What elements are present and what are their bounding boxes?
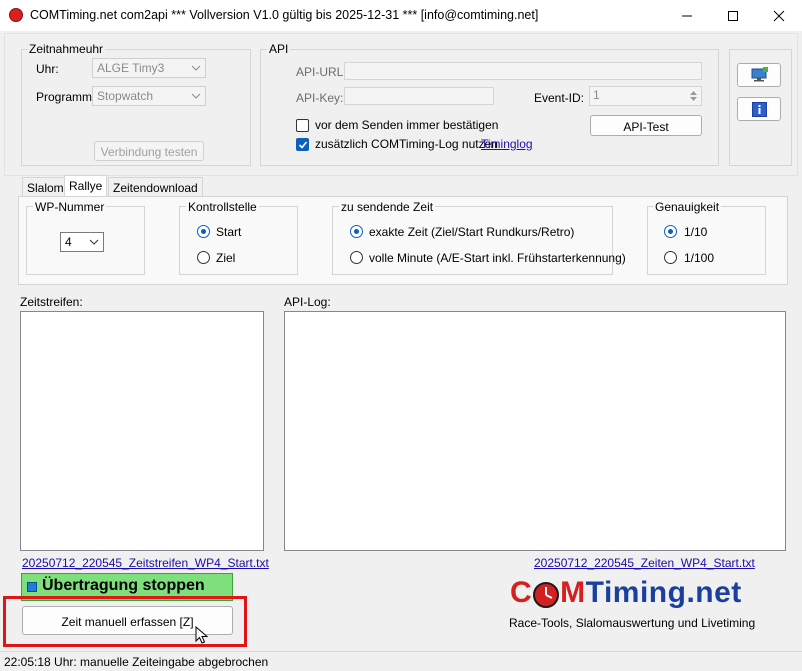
logo-timing-net: Timing.net bbox=[585, 576, 742, 609]
minimize-icon bbox=[682, 15, 692, 16]
uebertragung-stoppen-label: Übertragung stoppen bbox=[42, 577, 205, 594]
chevron-down-icon bbox=[89, 239, 99, 245]
radio-zehntel[interactable] bbox=[664, 225, 677, 238]
programm-value: Stopwatch bbox=[97, 89, 154, 103]
programm-select[interactable]: Stopwatch bbox=[92, 86, 206, 106]
uhr-select[interactable]: ALGE Timy3 bbox=[92, 58, 206, 78]
logo-tagline: Race-Tools, Slalomauswertung und Livetim… bbox=[509, 616, 756, 630]
radio-exakte-zeit-label: exakte Zeit (Ziel/Start Rundkurs/Retro) bbox=[369, 225, 575, 239]
tab-zeitendownload[interactable]: Zeitendownload bbox=[108, 177, 203, 197]
log-label: zusätzlich COMTiming-Log nutzen bbox=[315, 137, 498, 151]
status-text: 22:05:18 Uhr: manuelle Zeiteingabe abgeb… bbox=[4, 655, 269, 669]
radio-hundertstel-label: 1/100 bbox=[684, 251, 715, 265]
api-log-list[interactable] bbox=[284, 311, 786, 551]
api-log-file-link[interactable]: 20250712_220545_Zeiten_WP4_Start.txt bbox=[534, 556, 755, 570]
uhr-value: ALGE Timy3 bbox=[97, 61, 165, 75]
timinglog-link[interactable]: Timinglog bbox=[481, 137, 533, 151]
confirm-label: vor dem Senden immer bestätigen bbox=[315, 118, 499, 132]
radio-ziel[interactable] bbox=[197, 251, 210, 264]
comtiming-logo: COMTiming.net bbox=[510, 574, 790, 616]
radio-volle-minute[interactable] bbox=[350, 251, 363, 264]
minimize-button[interactable] bbox=[664, 0, 710, 31]
event-id-value: 1 bbox=[593, 88, 600, 102]
app-icon bbox=[9, 8, 23, 22]
kontrollstelle-legend: Kontrollstelle bbox=[186, 200, 259, 214]
monitor-button[interactable] bbox=[737, 63, 781, 87]
spin-arrows-icon[interactable] bbox=[689, 89, 698, 103]
chevron-down-icon bbox=[191, 93, 201, 99]
wp-legend: WP-Nummer bbox=[33, 200, 107, 214]
api-url-label: API-URL: bbox=[296, 65, 347, 79]
title-bar: COMTiming.net com2api *** Vollversion V1… bbox=[0, 0, 802, 31]
tab-slalom[interactable]: Slalom bbox=[22, 177, 69, 197]
uhr-label: Uhr: bbox=[36, 62, 59, 76]
kontrollstelle-group bbox=[179, 206, 298, 275]
programm-label: Programm: bbox=[36, 90, 96, 104]
checkmark-icon bbox=[298, 141, 308, 149]
info-icon bbox=[752, 102, 767, 117]
zeitstreifen-list[interactable] bbox=[20, 311, 264, 551]
close-button[interactable] bbox=[756, 0, 802, 31]
status-bar: 22:05:18 Uhr: manuelle Zeiteingabe abgeb… bbox=[0, 651, 802, 671]
zeitnahmeuhr-legend: Zeitnahmeuhr bbox=[27, 42, 106, 56]
zeitstreifen-file-link[interactable]: 20250712_220545_Zeitstreifen_WP4_Start.t… bbox=[22, 556, 269, 570]
logo-clock: O bbox=[532, 576, 560, 610]
wp-select[interactable]: 4 bbox=[60, 232, 104, 252]
monitor-icon bbox=[751, 67, 768, 82]
genauigkeit-legend: Genauigkeit bbox=[653, 200, 722, 214]
window-title: COMTiming.net com2api *** Vollversion V1… bbox=[30, 8, 539, 22]
info-button[interactable] bbox=[737, 97, 781, 121]
api-key-label: API-Key: bbox=[296, 91, 344, 105]
stop-square-icon bbox=[27, 582, 37, 592]
wp-value: 4 bbox=[65, 235, 72, 249]
radio-exakte-zeit[interactable] bbox=[350, 225, 363, 238]
event-id-label: Event-ID: bbox=[534, 91, 585, 105]
radio-start-label: Start bbox=[216, 225, 242, 239]
api-key-input[interactable] bbox=[344, 87, 494, 105]
logo-letter-c: C bbox=[510, 576, 533, 609]
verbindung-testen-button[interactable]: Verbindung testen bbox=[94, 141, 204, 161]
radio-zehntel-label: 1/10 bbox=[684, 225, 708, 239]
radio-volle-minute-label: volle Minute (A/E-Start inkl. Frühstarte… bbox=[369, 251, 626, 265]
zeit-legend: zu sendende Zeit bbox=[339, 200, 436, 214]
close-icon bbox=[773, 10, 785, 21]
chevron-down-icon bbox=[191, 65, 201, 71]
event-id-stepper[interactable]: 1 bbox=[589, 86, 702, 106]
tab-rallye[interactable]: Rallye bbox=[64, 175, 108, 197]
maximize-button[interactable] bbox=[710, 0, 756, 31]
api-test-button[interactable]: API-Test bbox=[590, 115, 702, 136]
radio-start[interactable] bbox=[197, 225, 210, 238]
api-url-input[interactable] bbox=[344, 62, 702, 80]
mouse-cursor-icon bbox=[195, 626, 209, 644]
stopwatch-icon bbox=[533, 582, 560, 608]
api-legend: API bbox=[267, 42, 291, 56]
maximize-icon bbox=[728, 10, 738, 21]
zeitstreifen-label: Zeitstreifen: bbox=[20, 295, 83, 309]
log-checkbox[interactable] bbox=[296, 138, 309, 151]
confirm-checkbox[interactable] bbox=[296, 119, 309, 132]
radio-ziel-label: Ziel bbox=[216, 251, 236, 265]
api-log-label: API-Log: bbox=[284, 295, 331, 309]
radio-hundertstel[interactable] bbox=[664, 251, 677, 264]
logo-letter-m: M bbox=[560, 576, 586, 609]
